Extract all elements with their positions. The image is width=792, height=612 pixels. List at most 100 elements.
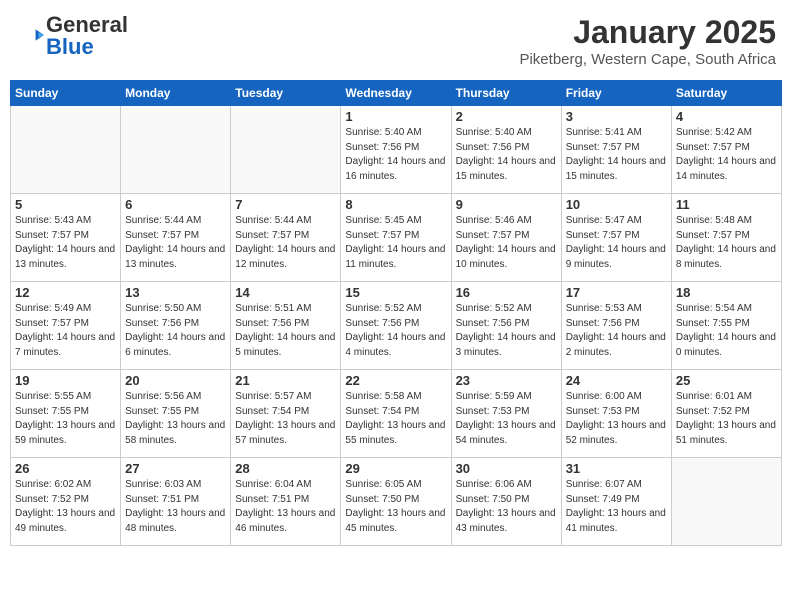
month-title: January 2025 xyxy=(519,14,776,51)
calendar-cell: 3 Sunrise: 5:41 AM Sunset: 7:57 PM Daylig… xyxy=(561,106,671,194)
calendar-cell: 2Sunrise: 5:40 AM Sunset: 7:56 PM Daylig… xyxy=(451,106,561,194)
week-row-2: 5Sunrise: 5:43 AM Sunset: 7:57 PM Daylig… xyxy=(11,194,782,282)
logo-text: GeneralBlue xyxy=(46,14,128,58)
day-number: 8 xyxy=(345,197,446,212)
day-number: 30 xyxy=(456,461,557,476)
cell-info: Sunrise: 6:01 AM Sunset: 7:52 PM Dayligh… xyxy=(676,390,777,448)
day-number: 14 xyxy=(235,285,336,300)
col-header-monday: Monday xyxy=(121,81,231,106)
cell-info: Sunrise: 5:44 AM Sunset: 7:57 PM Dayligh… xyxy=(125,214,226,272)
day-number: 25 xyxy=(676,373,777,388)
calendar-cell: 29Sunrise: 6:05 AM Sunset: 7:50 PM Dayli… xyxy=(341,458,451,546)
cell-info: Sunrise: 5:40 AM Sunset: 7:56 PM Dayligh… xyxy=(345,126,446,184)
day-number: 2 xyxy=(456,109,557,124)
calendar-cell: 28 Sunrise: 6:04 AM Sunset: 7:51 PM Dayli… xyxy=(231,458,341,546)
cell-info: Sunrise: 5:45 AM Sunset: 7:57 PM Dayligh… xyxy=(345,214,446,272)
cell-info: Sunrise: 5:41 AM Sunset: 7:57 PM Dayligh… xyxy=(566,126,667,184)
cell-info: Sunrise: 5:50 AM Sunset: 7:56 PM Dayligh… xyxy=(125,302,226,360)
day-number: 17 xyxy=(566,285,667,300)
calendar-cell: 9 Sunrise: 5:46 AM Sunset: 7:57 PM Daylig… xyxy=(451,194,561,282)
calendar-cell xyxy=(11,106,121,194)
day-number: 27 xyxy=(125,461,226,476)
calendar-cell: 14Sunrise: 5:51 AM Sunset: 7:56 PM Dayli… xyxy=(231,282,341,370)
week-row-4: 19 Sunrise: 5:55 AM Sunset: 7:55 PM Dayli… xyxy=(11,370,782,458)
calendar-table: SundayMondayTuesdayWednesdayThursdayFrid… xyxy=(10,80,782,546)
day-number: 3 xyxy=(566,109,667,124)
calendar-cell: 15Sunrise: 5:52 AM Sunset: 7:56 PM Dayli… xyxy=(341,282,451,370)
calendar-cell: 4 Sunrise: 5:42 AM Sunset: 7:57 PM Daylig… xyxy=(671,106,781,194)
day-number: 11 xyxy=(676,197,777,212)
logo: GeneralBlue xyxy=(16,14,128,58)
cell-info: Sunrise: 5:56 AM Sunset: 7:55 PM Dayligh… xyxy=(125,390,226,448)
calendar-cell xyxy=(671,458,781,546)
cell-info: Sunrise: 5:58 AM Sunset: 7:54 PM Dayligh… xyxy=(345,390,446,448)
day-number: 1 xyxy=(345,109,446,124)
cell-info: Sunrise: 5:53 AM Sunset: 7:56 PM Dayligh… xyxy=(566,302,667,360)
calendar-cell: 6Sunrise: 5:44 AM Sunset: 7:57 PM Daylig… xyxy=(121,194,231,282)
calendar-cell: 11 Sunrise: 5:48 AM Sunset: 7:57 PM Dayli… xyxy=(671,194,781,282)
calendar-cell: 7Sunrise: 5:44 AM Sunset: 7:57 PM Daylig… xyxy=(231,194,341,282)
calendar-cell xyxy=(231,106,341,194)
cell-info: Sunrise: 5:54 AM Sunset: 7:55 PM Dayligh… xyxy=(676,302,777,360)
day-number: 19 xyxy=(15,373,116,388)
calendar-cell: 31Sunrise: 6:07 AM Sunset: 7:49 PM Dayli… xyxy=(561,458,671,546)
cell-info: Sunrise: 6:04 AM Sunset: 7:51 PM Dayligh… xyxy=(235,478,336,536)
day-number: 16 xyxy=(456,285,557,300)
col-header-thursday: Thursday xyxy=(451,81,561,106)
title-block: January 2025 Piketberg, Western Cape, So… xyxy=(519,14,776,68)
day-number: 22 xyxy=(345,373,446,388)
page-header: GeneralBlue January 2025 Piketberg, West… xyxy=(10,10,782,72)
calendar-cell: 10 Sunrise: 5:47 AM Sunset: 7:57 PM Dayli… xyxy=(561,194,671,282)
day-number: 15 xyxy=(345,285,446,300)
calendar-cell: 8 Sunrise: 5:45 AM Sunset: 7:57 PM Daylig… xyxy=(341,194,451,282)
week-row-1: 1 Sunrise: 5:40 AM Sunset: 7:56 PM Daylig… xyxy=(11,106,782,194)
calendar-cell: 13 Sunrise: 5:50 AM Sunset: 7:56 PM Dayli… xyxy=(121,282,231,370)
calendar-header-row: SundayMondayTuesdayWednesdayThursdayFrid… xyxy=(11,81,782,106)
day-number: 20 xyxy=(125,373,226,388)
day-number: 21 xyxy=(235,373,336,388)
calendar-cell: 21 Sunrise: 5:57 AM Sunset: 7:54 PM Dayli… xyxy=(231,370,341,458)
col-header-tuesday: Tuesday xyxy=(231,81,341,106)
day-number: 9 xyxy=(456,197,557,212)
calendar-cell: 23 Sunrise: 5:59 AM Sunset: 7:53 PM Dayli… xyxy=(451,370,561,458)
cell-info: Sunrise: 5:48 AM Sunset: 7:57 PM Dayligh… xyxy=(676,214,777,272)
cell-info: Sunrise: 6:06 AM Sunset: 7:50 PM Dayligh… xyxy=(456,478,557,536)
cell-info: Sunrise: 5:47 AM Sunset: 7:57 PM Dayligh… xyxy=(566,214,667,272)
day-number: 23 xyxy=(456,373,557,388)
cell-info: Sunrise: 5:46 AM Sunset: 7:57 PM Dayligh… xyxy=(456,214,557,272)
cell-info: Sunrise: 5:59 AM Sunset: 7:53 PM Dayligh… xyxy=(456,390,557,448)
calendar-cell: 22 Sunrise: 5:58 AM Sunset: 7:54 PM Dayli… xyxy=(341,370,451,458)
day-number: 24 xyxy=(566,373,667,388)
col-header-sunday: Sunday xyxy=(11,81,121,106)
day-number: 13 xyxy=(125,285,226,300)
day-number: 28 xyxy=(235,461,336,476)
logo-icon xyxy=(16,28,44,42)
calendar-cell: 18 Sunrise: 5:54 AM Sunset: 7:55 PM Dayli… xyxy=(671,282,781,370)
calendar-cell: 16Sunrise: 5:52 AM Sunset: 7:56 PM Dayli… xyxy=(451,282,561,370)
week-row-3: 12Sunrise: 5:49 AM Sunset: 7:57 PM Dayli… xyxy=(11,282,782,370)
calendar-cell: 12Sunrise: 5:49 AM Sunset: 7:57 PM Dayli… xyxy=(11,282,121,370)
calendar-cell: 19 Sunrise: 5:55 AM Sunset: 7:55 PM Dayli… xyxy=(11,370,121,458)
calendar-cell: 20 Sunrise: 5:56 AM Sunset: 7:55 PM Dayli… xyxy=(121,370,231,458)
cell-info: Sunrise: 5:42 AM Sunset: 7:57 PM Dayligh… xyxy=(676,126,777,184)
cell-info: Sunrise: 6:02 AM Sunset: 7:52 PM Dayligh… xyxy=(15,478,116,536)
day-number: 12 xyxy=(15,285,116,300)
col-header-friday: Friday xyxy=(561,81,671,106)
cell-info: Sunrise: 5:57 AM Sunset: 7:54 PM Dayligh… xyxy=(235,390,336,448)
day-number: 29 xyxy=(345,461,446,476)
cell-info: Sunrise: 6:03 AM Sunset: 7:51 PM Dayligh… xyxy=(125,478,226,536)
day-number: 26 xyxy=(15,461,116,476)
calendar-cell: 5Sunrise: 5:43 AM Sunset: 7:57 PM Daylig… xyxy=(11,194,121,282)
day-number: 4 xyxy=(676,109,777,124)
day-number: 10 xyxy=(566,197,667,212)
day-number: 7 xyxy=(235,197,336,212)
cell-info: Sunrise: 5:55 AM Sunset: 7:55 PM Dayligh… xyxy=(15,390,116,448)
col-header-wednesday: Wednesday xyxy=(341,81,451,106)
day-number: 18 xyxy=(676,285,777,300)
cell-info: Sunrise: 5:43 AM Sunset: 7:57 PM Dayligh… xyxy=(15,214,116,272)
day-number: 31 xyxy=(566,461,667,476)
calendar-cell: 30 Sunrise: 6:06 AM Sunset: 7:50 PM Dayli… xyxy=(451,458,561,546)
calendar-cell: 25 Sunrise: 6:01 AM Sunset: 7:52 PM Dayli… xyxy=(671,370,781,458)
calendar-cell: 24 Sunrise: 6:00 AM Sunset: 7:53 PM Dayli… xyxy=(561,370,671,458)
cell-info: Sunrise: 6:00 AM Sunset: 7:53 PM Dayligh… xyxy=(566,390,667,448)
